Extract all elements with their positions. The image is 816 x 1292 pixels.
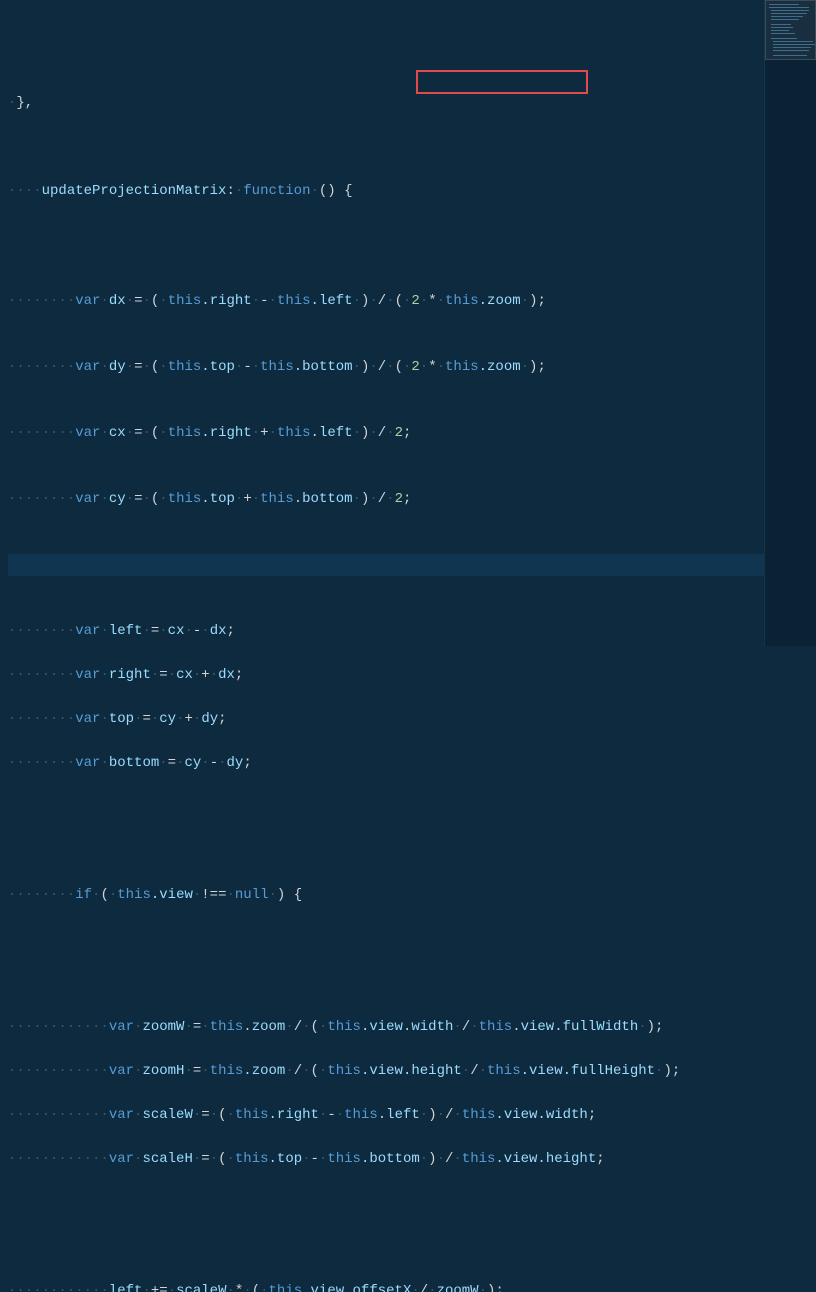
code-line <box>8 136 816 158</box>
minimap[interactable] <box>764 0 816 646</box>
code-line: ········var·left·=·cx·-·dx; <box>8 620 816 642</box>
code-line: ············var·scaleW·=·(·this.right·-·… <box>8 1104 816 1126</box>
code-line: ········if·(·this.view·!==·null·) { <box>8 884 816 906</box>
code-line: ········var·top·=·cy·+·dy; <box>8 708 816 730</box>
code-line: ········var·right·=·cx·+·dx; <box>8 664 816 686</box>
code-editor[interactable]: ·}, ····updateProjectionMatrix:·function… <box>0 0 816 1292</box>
code-line: ·}, <box>8 92 816 114</box>
code-line <box>8 950 816 972</box>
code-line <box>8 1214 816 1236</box>
code-line: ············left·+=·scaleW·*·(·this.view… <box>8 1280 816 1292</box>
code-line: ········var·cy·=·(·this.top·+·this.botto… <box>8 488 816 510</box>
current-line <box>8 554 816 576</box>
code-line: ········var·bottom·=·cy·-·dy; <box>8 752 816 774</box>
code-line: ············var·zoomW·=·this.zoom·/·(·th… <box>8 1016 816 1038</box>
code-line: ········var·cx·=·(·this.right·+·this.lef… <box>8 422 816 444</box>
code-line: ············var·zoomH·=·this.zoom·/·(·th… <box>8 1060 816 1082</box>
highlight-box <box>416 70 588 94</box>
code-line <box>8 224 816 246</box>
code-line: ········var·dy·=·(·this.top·-·this.botto… <box>8 356 816 378</box>
code-line: ············var·scaleH·=·(·this.top·-·th… <box>8 1148 816 1170</box>
code-line <box>8 818 816 840</box>
code-line: ········var·dx·=·(·this.right·-·this.lef… <box>8 290 816 312</box>
code-line: ····updateProjectionMatrix:·function·() … <box>8 180 816 202</box>
